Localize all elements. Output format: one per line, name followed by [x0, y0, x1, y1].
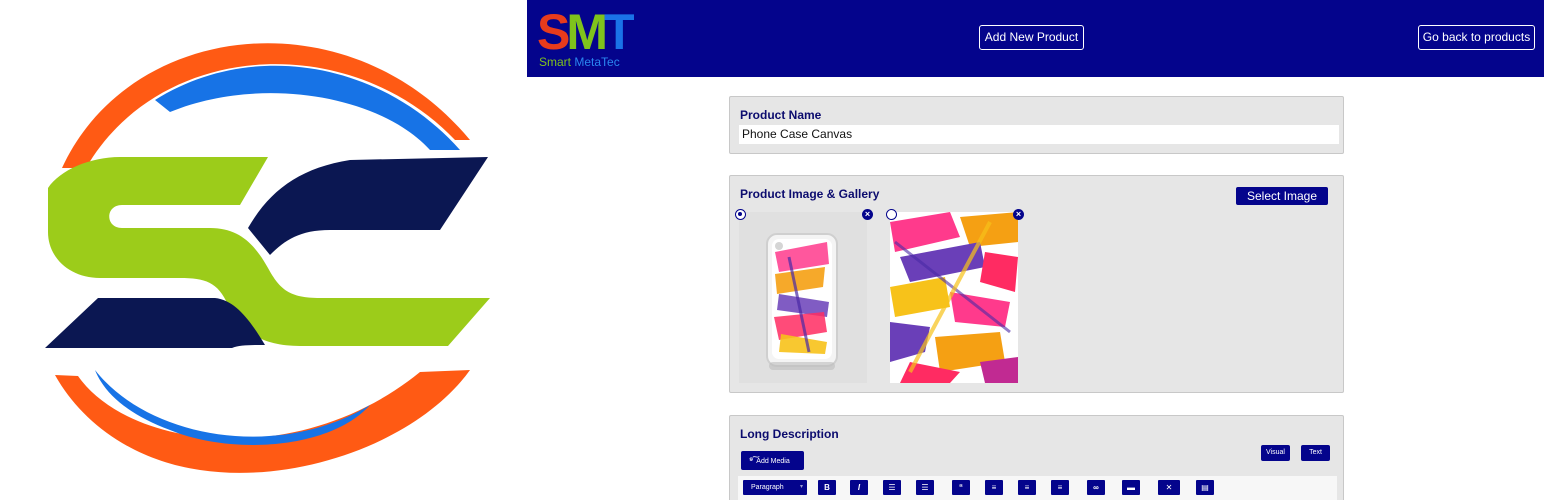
primary-image-radio[interactable] [735, 209, 746, 220]
format-select[interactable]: Paragraph ▾ [743, 480, 807, 495]
read-more-icon[interactable]: ▬ [1122, 480, 1140, 495]
chevron-down-icon: ▾ [799, 484, 803, 490]
logo-navy-bottom [45, 298, 265, 348]
add-media-button[interactable]: ⁹͠ Add Media [741, 451, 804, 470]
brand-letters: SMT [537, 7, 634, 57]
bold-icon[interactable]: B [818, 480, 836, 495]
toolbar-toggle-icon[interactable]: ▤ [1196, 480, 1214, 495]
primary-image-radio[interactable] [886, 209, 897, 220]
add-media-label: Add Media [756, 458, 790, 465]
select-image-button[interactable]: Select Image [1236, 187, 1328, 205]
product-name-input[interactable]: Phone Case Canvas [739, 125, 1339, 144]
align-left-icon[interactable]: ≡ [985, 480, 1003, 495]
app-root: SMT Smart MetaTec Add New Product Go bac… [0, 0, 1544, 500]
align-right-icon[interactable]: ≡ [1051, 480, 1069, 495]
product-gallery-label: Product Image & Gallery [740, 187, 880, 201]
remove-image-icon[interactable]: × [862, 209, 873, 220]
sc-logo-panel [0, 0, 527, 500]
italic-icon[interactable]: I [850, 480, 868, 495]
brand-subtitle: Smart MetaTec [539, 55, 620, 69]
brand-letter-s: S [537, 4, 570, 60]
product-name-section: Product Name Phone Case Canvas [729, 96, 1344, 154]
media-icon: ⁹͠ [749, 455, 754, 465]
logo-bottom-orange-arc [55, 370, 470, 473]
editor-toolbar: Paragraph ▾ B I ☰ ☰ “ ≡ ≡ ≡ ∞ ▬ ✕ ▤ [738, 476, 1337, 500]
gallery-thumbnail[interactable]: × [735, 209, 873, 383]
logo-top-blue-arc [155, 65, 460, 150]
logo-top-orange-arc [62, 43, 470, 168]
link-icon[interactable]: ∞ [1087, 480, 1105, 495]
app-header: SMT Smart MetaTec Add New Product Go bac… [527, 0, 1544, 77]
align-center-icon[interactable]: ≡ [1018, 480, 1036, 495]
brand-letter-m: M [566, 4, 608, 60]
visual-tab[interactable]: Visual [1261, 445, 1290, 461]
remove-image-icon[interactable]: × [1013, 209, 1024, 220]
numbered-list-icon[interactable]: ☰ [916, 480, 934, 495]
go-back-to-products-button[interactable]: Go back to products [1418, 25, 1535, 50]
long-description-label: Long Description [740, 427, 839, 441]
phone-case-image [766, 233, 838, 370]
sc-logo [45, 43, 490, 473]
long-description-section: Long Description ⁹͠ Add Media Visual Text… [729, 415, 1344, 500]
fullscreen-icon[interactable]: ✕ [1158, 480, 1180, 495]
brand-subtitle-metatec: MetaTec [574, 55, 620, 69]
blockquote-icon[interactable]: “ [952, 480, 970, 495]
bullet-list-icon[interactable]: ☰ [883, 480, 901, 495]
gallery-thumbnail[interactable]: × [886, 209, 1024, 383]
brand-letter-t: T [604, 4, 634, 60]
smt-brand-logo[interactable]: SMT Smart MetaTec [537, 7, 647, 69]
logo-navy-top [248, 157, 488, 255]
product-gallery-section: Product Image & Gallery Select Image × × [729, 175, 1344, 393]
text-tab[interactable]: Text [1301, 445, 1330, 461]
brand-subtitle-smart: Smart [539, 55, 575, 69]
add-new-product-button[interactable]: Add New Product [979, 25, 1084, 50]
format-select-value: Paragraph [751, 484, 784, 491]
abstract-art-image [890, 212, 1018, 383]
product-name-label: Product Name [740, 108, 822, 122]
